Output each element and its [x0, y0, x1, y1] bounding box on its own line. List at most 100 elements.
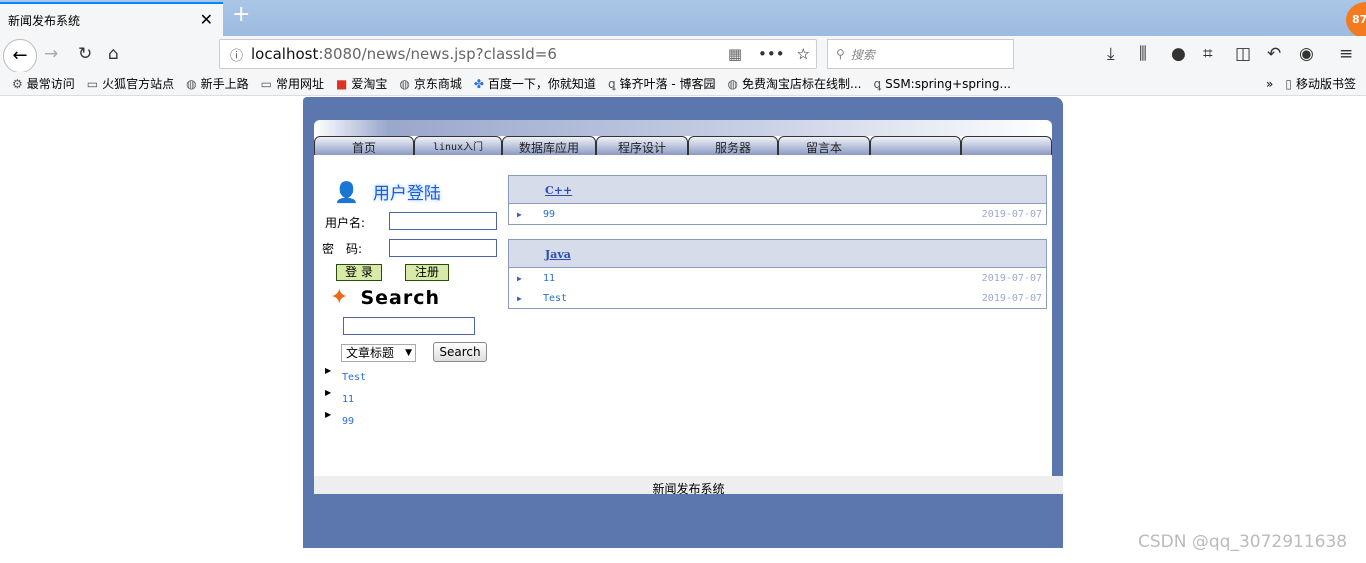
- chat-icon[interactable]: ●: [1171, 44, 1186, 64]
- bookmark[interactable]: ◍ 免费淘宝店标在线制...: [728, 75, 862, 92]
- search-result-link[interactable]: Test: [342, 372, 366, 383]
- bullet-icon: ▶: [517, 273, 522, 283]
- crop-icon[interactable]: ⌗: [1203, 44, 1213, 64]
- close-tab-icon[interactable]: ✕: [200, 10, 213, 29]
- search-type-select[interactable]: 文章标题 ▼: [341, 344, 416, 362]
- news-link[interactable]: 99: [543, 209, 555, 220]
- login-button[interactable]: 登 录: [336, 264, 382, 281]
- bookmark-label: 火狐官方站点: [102, 77, 175, 91]
- bullet-icon: ▶: [325, 410, 332, 419]
- bookmark[interactable]: ✤ 百度一下，你就知道: [474, 75, 596, 92]
- category-link[interactable]: Java: [545, 248, 571, 261]
- bookmark-label: 锋齐叶落 - 博客园: [619, 77, 716, 91]
- browser-navbar: ← → ↻ ⌂ ⓘ localhost:8080/news/news.jsp?c…: [0, 36, 1366, 73]
- nav-tab[interactable]: [961, 136, 1052, 155]
- password-input[interactable]: [389, 239, 497, 257]
- nav-tab[interactable]: 数据库应用: [502, 136, 596, 155]
- folder-icon: ▭: [260, 76, 272, 91]
- category-box-java: Java ▶ 11 2019-07-07 ▶ Test 2019-07-07: [508, 239, 1047, 309]
- library-icon[interactable]: ⫼: [1139, 44, 1147, 64]
- new-tab-icon[interactable]: +: [232, 2, 250, 27]
- overflow-icon[interactable]: »: [1266, 77, 1273, 91]
- nav-tab[interactable]: 首页: [314, 136, 414, 155]
- back-icon[interactable]: ←: [3, 39, 37, 73]
- bookmark-label: 新手上路: [200, 77, 249, 91]
- bookmark[interactable]: ▭ 火狐官方站点: [87, 75, 174, 92]
- bookmark[interactable]: ◍ 京东商城: [399, 75, 462, 92]
- search-result-link[interactable]: 99: [342, 416, 354, 427]
- baidu-icon: ✤: [473, 76, 484, 91]
- bookmark[interactable]: ꝗ SSM:spring+spring...: [873, 77, 1010, 91]
- bookmark[interactable]: ◍ 新手上路: [186, 75, 249, 92]
- select-value: 文章标题: [346, 346, 395, 360]
- bookmark[interactable]: ⚙ 最常访问: [12, 75, 75, 92]
- tab-title: 新闻发布系统: [8, 13, 81, 28]
- header-banner: [314, 120, 1052, 136]
- news-link[interactable]: Test: [543, 293, 567, 304]
- browser-tab[interactable]: 新闻发布系统 ✕: [0, 2, 223, 36]
- globe-icon: ◍: [186, 76, 197, 91]
- home-icon[interactable]: ⌂: [108, 44, 119, 64]
- url-bar[interactable]: ⓘ localhost:8080/news/news.jsp?classId=6…: [219, 39, 817, 69]
- undo-icon[interactable]: ↶: [1267, 44, 1281, 64]
- nav-tab[interactable]: 服务器: [688, 136, 778, 155]
- search-result-link[interactable]: 11: [342, 394, 354, 405]
- category-header: C++: [509, 176, 1046, 204]
- nav-tab[interactable]: [870, 136, 961, 155]
- bookmark-label: 百度一下，你就知道: [487, 77, 596, 91]
- search-input[interactable]: [343, 317, 475, 335]
- watermark: CSDN @qq_3072911638: [1138, 532, 1348, 552]
- url-host: localhost: [251, 45, 319, 63]
- search-title: Search: [360, 286, 440, 309]
- bookmark[interactable]: ꝗ 锋齐叶落 - 博客园: [608, 75, 716, 92]
- search-bar[interactable]: ⚲ 搜索: [827, 39, 1014, 69]
- category-box-cpp: C++ ▶ 99 2019-07-07: [508, 175, 1047, 225]
- more-icon[interactable]: •••: [758, 45, 785, 63]
- account-icon[interactable]: ◉: [1299, 44, 1314, 64]
- globe-icon: ◍: [727, 76, 739, 91]
- bookmark[interactable]: ■ 爱淘宝: [336, 75, 387, 92]
- search-button[interactable]: Search: [433, 342, 487, 362]
- browser-titlebar: 新闻发布系统 ✕ + 87: [0, 0, 1366, 38]
- category-header: Java: [509, 240, 1046, 268]
- nav-tab[interactable]: 留言本: [778, 136, 870, 155]
- news-row: ▶ 99 2019-07-07: [509, 204, 1046, 224]
- reload-icon[interactable]: ↻: [78, 44, 92, 64]
- mobile-bookmarks[interactable]: ▯ 移动版书签: [1285, 75, 1356, 92]
- bookmark-label: 京东商城: [413, 77, 462, 91]
- qr-code-icon[interactable]: ▦: [728, 45, 742, 63]
- news-date: 2019-07-07: [981, 272, 1042, 284]
- forward-icon[interactable]: →: [44, 44, 58, 64]
- bookmark[interactable]: ▭ 常用网址: [261, 75, 324, 92]
- butterfly-logo-icon: ✦: [330, 285, 349, 310]
- star-icon[interactable]: ☆: [797, 45, 810, 63]
- phone-icon: ▯: [1285, 76, 1292, 91]
- login-title: 用户登陆: [372, 184, 441, 204]
- bookmark-label: 免费淘宝店标在线制...: [742, 77, 862, 91]
- cnblogs-icon: ꝗ: [607, 76, 616, 91]
- password-label: 密 码:: [322, 242, 363, 256]
- nav-tab[interactable]: 程序设计: [596, 136, 688, 155]
- globe-icon: ◍: [399, 76, 410, 91]
- sidebar-icon[interactable]: ◫: [1235, 44, 1251, 64]
- info-icon[interactable]: ⓘ: [230, 45, 243, 64]
- taobao-icon: ■: [336, 76, 348, 91]
- register-button[interactable]: 注册: [405, 264, 449, 281]
- download-icon[interactable]: ⤓: [1107, 44, 1115, 64]
- news-row: ▶ Test 2019-07-07: [509, 288, 1046, 308]
- bullet-icon: ▶: [325, 388, 332, 397]
- notification-badge[interactable]: 87: [1346, 2, 1366, 38]
- user-lock-icon: 👤: [334, 179, 359, 204]
- cnblogs-icon: ꝗ: [873, 76, 882, 91]
- news-row: ▶ 11 2019-07-07: [509, 268, 1046, 288]
- username-input[interactable]: [389, 212, 497, 230]
- bookmarks-bar: ⚙ 最常访问 ▭ 火狐官方站点 ◍ 新手上路 ▭ 常用网址 ■ 爱淘宝 ◍ 京东商城 ✤ 百度…: [0, 72, 1366, 96]
- main-nav: 首页 linux入门 数据库应用 程序设计 服务器 留言本: [314, 136, 1052, 155]
- gear-icon: ⚙: [12, 76, 23, 91]
- category-link[interactable]: C++: [545, 184, 572, 197]
- bookmark-label: SSM:spring+spring...: [885, 76, 1011, 91]
- news-link[interactable]: 11: [543, 273, 555, 284]
- menu-icon[interactable]: ≡: [1339, 44, 1353, 64]
- nav-tab[interactable]: linux入门: [414, 136, 502, 155]
- page-footer: 新闻发布系统: [314, 476, 1063, 496]
